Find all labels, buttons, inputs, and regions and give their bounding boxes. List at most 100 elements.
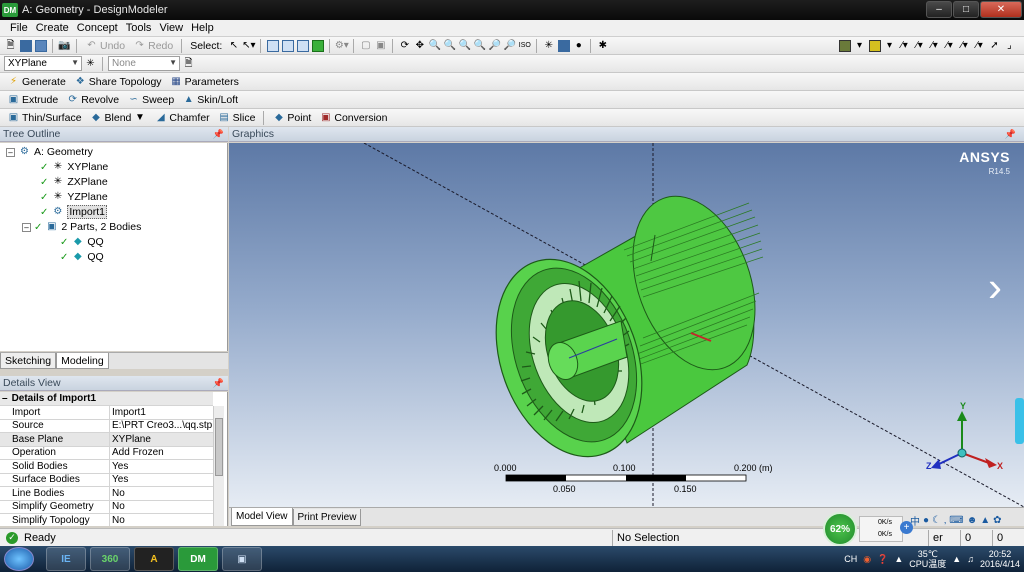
line-tool2-icon[interactable]: ∕▾ bbox=[913, 39, 926, 52]
dropdown-icon[interactable]: ▾ bbox=[853, 39, 866, 52]
side-handle[interactable] bbox=[1015, 398, 1024, 444]
body-filter-icon[interactable] bbox=[311, 39, 324, 52]
sketch-select[interactable]: None ▼ bbox=[108, 56, 180, 71]
zoom-box-icon[interactable]: 🔍 bbox=[443, 39, 456, 52]
revolve-button[interactable]: ⟳ Revolve bbox=[63, 92, 122, 108]
start-button[interactable] bbox=[4, 547, 34, 571]
input-lang[interactable]: CH bbox=[844, 554, 857, 564]
tab-print-preview[interactable]: Print Preview bbox=[292, 509, 362, 526]
line-tool4-icon[interactable]: ∕▾ bbox=[943, 39, 956, 52]
taskbar-app-360[interactable]: 360 bbox=[90, 547, 130, 571]
notification-arrow-icon[interactable]: ▲ bbox=[894, 554, 903, 564]
maximize-button[interactable]: □ bbox=[953, 1, 979, 18]
details-scrollbar[interactable] bbox=[213, 406, 224, 526]
chamfer-button[interactable]: ◢ Chamfer bbox=[151, 110, 212, 126]
menu-tools[interactable]: Tools bbox=[122, 22, 156, 34]
zoom-window-icon[interactable]: 🔍 bbox=[473, 39, 486, 52]
ime-punct-icon[interactable]: ● bbox=[923, 515, 929, 526]
screenshot-icon[interactable]: 📷 bbox=[58, 39, 71, 52]
zoom-in-icon[interactable]: 🔎 bbox=[488, 39, 501, 52]
redo-button[interactable]: ↷ Redo bbox=[130, 38, 176, 54]
new-icon[interactable]: 🗎 bbox=[4, 39, 17, 52]
wifi-icon[interactable]: ▲ bbox=[952, 554, 961, 564]
close-button[interactable]: ✕ bbox=[980, 1, 1022, 18]
tab-sketching[interactable]: Sketching bbox=[0, 353, 57, 369]
line-tool1-icon[interactable]: ∕▾ bbox=[898, 39, 911, 52]
box-select2-icon[interactable]: ▣ bbox=[374, 39, 387, 52]
select-dropdown-icon[interactable]: ↖▾ bbox=[242, 39, 255, 52]
new-sketch-icon[interactable]: 🗎 bbox=[182, 57, 195, 70]
iso-view-icon[interactable]: ISO bbox=[518, 39, 531, 52]
pin-icon[interactable]: 📌 bbox=[213, 378, 224, 389]
ime-keyboard-icon[interactable]: ⌨ bbox=[949, 515, 963, 526]
chevron-right-icon[interactable]: › bbox=[988, 263, 1002, 311]
conversion-button[interactable]: ▣ Conversion bbox=[316, 110, 390, 126]
box-select-icon[interactable]: ▢ bbox=[359, 39, 372, 52]
details-row[interactable]: Line Bodies No bbox=[0, 487, 213, 501]
corner-tool-icon[interactable]: ⌟ bbox=[1003, 39, 1016, 52]
security-icon[interactable]: ◉ bbox=[863, 554, 871, 565]
tree-node-body-2[interactable]: ✓ ◆ QQ bbox=[60, 250, 104, 264]
network-monitor[interactable]: 0K/s 0K/s 62% + bbox=[823, 512, 913, 546]
pin-tool-icon[interactable]: ➚ bbox=[988, 39, 1001, 52]
grid-color-icon[interactable] bbox=[838, 39, 851, 52]
tree-node-zxplane[interactable]: ✓ ✳ ZXPlane bbox=[40, 175, 108, 189]
taskbar-app-explorer[interactable]: ▣ bbox=[222, 547, 262, 571]
tree-node-parts[interactable]: – ✓ ▣ 2 Parts, 2 Bodies bbox=[22, 220, 141, 234]
line-tool6-icon[interactable]: ∕▾ bbox=[973, 39, 986, 52]
pin-icon[interactable]: 📌 bbox=[213, 129, 224, 140]
named-selection-icon[interactable]: ✱ bbox=[596, 39, 609, 52]
model-canvas[interactable] bbox=[229, 143, 1024, 507]
skin-loft-button[interactable]: ▲ Skin/Loft bbox=[179, 92, 241, 108]
edge-filter-icon[interactable] bbox=[281, 39, 294, 52]
details-row[interactable]: Import Import1 bbox=[0, 406, 213, 420]
pan-icon[interactable]: ✥ bbox=[413, 39, 426, 52]
details-row[interactable]: Simplify Geometry No bbox=[0, 500, 213, 514]
tree-node-import[interactable]: ✓ ⚙ Import1 bbox=[40, 205, 107, 219]
graphics-viewport[interactable]: ANSYS R14.5 › 0.000 0.100 0.200 (m) 0.05… bbox=[229, 143, 1024, 507]
tree-node-xyplane[interactable]: ✓ ✳ XYPlane bbox=[40, 160, 108, 174]
help-icon[interactable]: ❓ bbox=[877, 554, 888, 565]
display-point-icon[interactable]: ● bbox=[572, 39, 585, 52]
system-clock[interactable]: 20:52 2016/4/14 bbox=[980, 549, 1020, 569]
extrude-button[interactable]: ▣ Extrude bbox=[4, 92, 61, 108]
menu-file[interactable]: File bbox=[6, 22, 32, 34]
menu-view[interactable]: View bbox=[155, 22, 187, 34]
tab-model-view[interactable]: Model View bbox=[231, 508, 293, 526]
details-row[interactable]: Operation Add Frozen bbox=[0, 446, 213, 460]
ime-comma-icon[interactable]: ‚ bbox=[944, 515, 946, 526]
ime-language[interactable]: 中 bbox=[910, 513, 920, 528]
display-body-icon[interactable] bbox=[557, 39, 570, 52]
details-row[interactable]: Source E:\PRT Creo3...\qq.stp bbox=[0, 419, 213, 433]
details-row[interactable]: Solid Bodies Yes bbox=[0, 460, 213, 474]
ime-user-icon[interactable]: ☻ bbox=[967, 515, 978, 526]
details-section-header[interactable]: – Details of Import1 bbox=[0, 392, 213, 406]
volume-icon[interactable]: ♫ bbox=[967, 554, 974, 564]
save-as-icon[interactable] bbox=[34, 39, 47, 52]
menu-concept[interactable]: Concept bbox=[73, 22, 122, 34]
taskbar-app-ansys[interactable]: A bbox=[134, 547, 174, 571]
details-row[interactable]: Base Plane XYPlane bbox=[0, 433, 213, 447]
slice-button[interactable]: ▤ Slice bbox=[215, 110, 259, 126]
sweep-button[interactable]: ∽ Sweep bbox=[124, 92, 177, 108]
zoom-fit-icon[interactable]: 🔍 bbox=[458, 39, 471, 52]
minimize-button[interactable]: – bbox=[926, 1, 952, 18]
line-tool3-icon[interactable]: ∕▾ bbox=[928, 39, 941, 52]
extend-selection-icon[interactable]: ⚙▾ bbox=[335, 39, 349, 52]
ime-tools-icon[interactable]: ✿ bbox=[993, 515, 1001, 526]
point-filter-icon[interactable] bbox=[266, 39, 279, 52]
zoom-out-icon[interactable]: 🔎 bbox=[503, 39, 516, 52]
menu-help[interactable]: Help bbox=[187, 22, 218, 34]
plane-select[interactable]: XYPlane ▼ bbox=[4, 56, 82, 71]
face-filter-icon[interactable] bbox=[296, 39, 309, 52]
ime-moon-icon[interactable]: ☾ bbox=[932, 515, 941, 526]
layer-icon[interactable] bbox=[868, 39, 881, 52]
generate-button[interactable]: ⚡ Generate bbox=[4, 74, 69, 90]
select-mode-icon[interactable]: ↖ bbox=[227, 39, 240, 52]
pin-icon[interactable]: 📌 bbox=[1005, 129, 1016, 140]
tree-node-body-1[interactable]: ✓ ◆ QQ bbox=[60, 235, 104, 249]
share-topology-button[interactable]: ❖ Share Topology bbox=[71, 74, 165, 90]
new-plane-icon[interactable]: ✳ bbox=[84, 57, 97, 70]
tree-node-root[interactable]: – ⚙ A: Geometry bbox=[6, 145, 93, 159]
tree-node-yzplane[interactable]: ✓ ✳ YZPlane bbox=[40, 190, 108, 204]
